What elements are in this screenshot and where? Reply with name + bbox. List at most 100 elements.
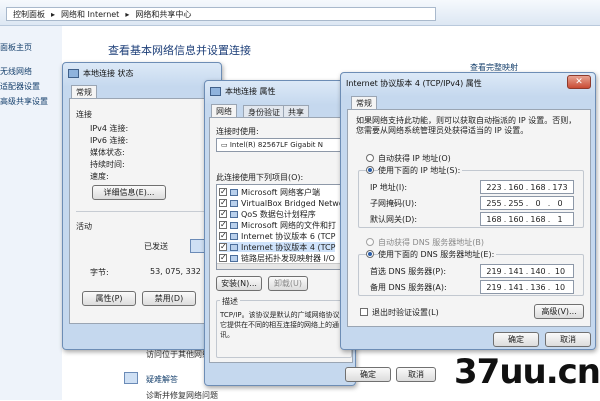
ipv6-label: IPv6 连接:: [90, 136, 129, 145]
properties-ok-button[interactable]: 确定: [345, 367, 391, 382]
client-icon: [230, 188, 238, 196]
manual-ip-label: 使用下面的 IP 地址(S):: [378, 165, 463, 176]
item-checkbox[interactable]: ✓: [219, 188, 227, 196]
validate-settings-label: 退出时验证设置(L): [372, 308, 439, 317]
service-icon: [230, 199, 238, 207]
tab-general[interactable]: 常规: [351, 96, 377, 109]
description-label: 描述: [220, 296, 240, 307]
duration-label: 持续时间:: [90, 160, 125, 169]
preferred-dns-input[interactable]: 219. 141. 140. 10: [480, 264, 574, 278]
service-icon: [230, 221, 238, 229]
list-item[interactable]: ✓ Internet 协议版本 4 (TCP: [219, 242, 336, 252]
address-bar: 控制面板 ▸ 网络和 Internet ▸ 网络和共享中心: [0, 0, 600, 26]
auto-dns-label: 自动获得 DNS 服务器地址(B): [378, 238, 485, 247]
ipv4-cancel-button[interactable]: 取消: [545, 332, 591, 347]
list-item[interactable]: ✓ Microsoft 网络的文件和打: [219, 220, 336, 230]
auto-dns-radio[interactable]: [366, 238, 374, 246]
properties-cancel-button[interactable]: 取消: [396, 367, 436, 382]
protocol-icon: [230, 243, 238, 251]
ipv4-ok-button[interactable]: 确定: [493, 332, 539, 347]
properties-window-titlebar[interactable]: 本地连接 属性: [205, 81, 355, 101]
disable-button[interactable]: 禁用(D): [142, 291, 196, 306]
network-connection-icon: [68, 68, 79, 78]
tab-network[interactable]: 网络: [211, 104, 237, 117]
bytes-sent-value: 53, 075, 332: [150, 267, 201, 276]
ipv4-label: IPv4 连接:: [90, 124, 129, 133]
bytes-label: 字节:: [90, 268, 109, 277]
manual-dns-radio[interactable]: [366, 250, 374, 258]
page-title: 查看基本网络信息并设置连接: [108, 44, 251, 57]
speed-label: 速度:: [90, 172, 109, 181]
item-checkbox[interactable]: ✓: [219, 232, 227, 240]
troubleshoot-icon: [124, 372, 138, 384]
properties-panel: 连接时使用: ▭ Intel(R) 82567LF Gigabit N 此连接使…: [209, 117, 353, 363]
ip-address-input[interactable]: 223. 160. 168. 173: [480, 180, 574, 194]
access-text: 访问位于其他网络: [146, 350, 210, 359]
control-panel-sidebar: 面板主页 无线网络 适配器设置 高级共享设置: [0, 26, 62, 400]
ipv4-panel: 如果网络支持此功能，则可以获取自动指派的 IP 设置。否则，您需要从网络系统管理…: [347, 109, 591, 327]
properties-window: 本地连接 属性 网络 身份验证 共享 连接时使用: ▭ Intel(R) 825…: [204, 80, 391, 386]
ipv4-window: Internet 协议版本 4 (TCP/IPv4) 属性 ✕ 常规 如果网络支…: [340, 72, 596, 350]
troubleshoot-link[interactable]: 疑难解答: [146, 374, 178, 385]
item-checkbox[interactable]: ✓: [219, 243, 227, 251]
advanced-button[interactable]: 高级(V)...: [534, 304, 584, 319]
status-window-titlebar[interactable]: 本地连接 状态: [63, 63, 221, 83]
manual-dns-label: 使用下面的 DNS 服务器地址(E):: [378, 249, 497, 260]
items-label: 此连接使用下列项目(O):: [216, 173, 304, 182]
tab-general[interactable]: 常规: [71, 85, 97, 98]
properties-window-title: 本地连接 属性: [225, 86, 276, 96]
items-list[interactable]: ✓ Microsoft 网络客户端 ✓ VirtualBox Bridged Net…: [216, 184, 352, 270]
breadcrumb-network-sharing-center[interactable]: 网络和共享中心: [135, 9, 191, 20]
list-item[interactable]: ✓ Internet 协议版本 6 (TCP: [219, 231, 335, 241]
sidebar-item-adapter-settings[interactable]: 适配器设置: [0, 81, 40, 92]
gateway-label: 默认网关(D):: [370, 215, 418, 224]
auto-ip-label: 自动获得 IP 地址(O): [378, 154, 451, 163]
preferred-dns-label: 首选 DNS 服务器(P):: [370, 267, 447, 276]
section-activity: 活动: [76, 222, 92, 231]
item-checkbox[interactable]: ✓: [219, 254, 227, 262]
list-item[interactable]: ✓ 链路层拓扑发现映射器 I/O: [219, 253, 335, 263]
list-item[interactable]: ✓ VirtualBox Bridged Netwo: [219, 198, 344, 208]
properties-button[interactable]: 属性(P): [82, 291, 136, 306]
alternate-dns-label: 备用 DNS 服务器(A):: [370, 283, 447, 292]
close-icon[interactable]: ✕: [567, 75, 591, 89]
status-panel: 连接 IPv4 连接: IPv6 连接: 媒体状态: 持续时间: 速度: 详细信…: [69, 98, 219, 324]
section-connection: 连接: [76, 110, 92, 119]
ipv4-window-titlebar[interactable]: Internet 协议版本 4 (TCP/IPv4) 属性 ✕: [341, 73, 595, 93]
sidebar-item-advanced-sharing[interactable]: 高级共享设置: [0, 96, 48, 107]
adapter-field: ▭ Intel(R) 82567LF Gigabit N: [216, 138, 352, 152]
list-item[interactable]: ✓ QoS 数据包计划程序: [219, 209, 316, 219]
horizontal-scrollbar[interactable]: [217, 263, 351, 269]
item-checkbox[interactable]: ✓: [219, 199, 227, 207]
protocol-icon: [230, 232, 238, 240]
alternate-dns-input[interactable]: 219. 141. 136. 10: [480, 280, 574, 294]
status-window: 本地连接 状态 常规 连接 IPv4 连接: IPv6 连接: 媒体状态: 持续…: [62, 62, 222, 350]
sidebar-item-wireless[interactable]: 无线网络: [0, 66, 32, 77]
connect-using-label: 连接时使用:: [216, 127, 259, 136]
uninstall-button[interactable]: 卸载(U): [268, 276, 308, 291]
intro-text: 如果网络支持此功能，则可以获取自动指派的 IP 设置。否则，您需要从网络系统管理…: [356, 116, 577, 135]
status-window-title: 本地连接 状态: [83, 68, 134, 78]
media-state-label: 媒体状态:: [90, 148, 125, 157]
service-icon: [230, 210, 238, 218]
auto-ip-radio[interactable]: [366, 154, 374, 162]
list-item[interactable]: ✓ Microsoft 网络客户端: [219, 187, 320, 197]
description-text: TCP/IP。该协议是默认的广域网络协议，它提供在不同的相互连接的网络上的通讯。: [220, 311, 347, 339]
breadcrumb-control-panel[interactable]: 控制面板: [13, 9, 45, 20]
sidebar-item-home[interactable]: 面板主页: [0, 42, 32, 53]
details-button[interactable]: 详细信息(E)...: [92, 185, 166, 200]
gateway-input[interactable]: 168. 160. 168. 1: [480, 212, 574, 226]
network-connection-icon: [210, 86, 221, 96]
ip-label: IP 地址(I):: [370, 183, 408, 192]
validate-settings-checkbox[interactable]: [360, 308, 368, 316]
breadcrumb[interactable]: 控制面板 ▸ 网络和 Internet ▸ 网络和共享中心: [6, 7, 436, 21]
breadcrumb-network-internet[interactable]: 网络和 Internet: [61, 9, 119, 20]
install-button[interactable]: 安装(N)...: [216, 276, 262, 291]
troubleshoot-description: 诊断并修复网络问题: [146, 391, 218, 400]
manual-ip-radio[interactable]: [366, 166, 374, 174]
subnet-mask-input[interactable]: 255. 255. 0. 0: [480, 196, 574, 210]
item-checkbox[interactable]: ✓: [219, 210, 227, 218]
ipv4-window-title: Internet 协议版本 4 (TCP/IPv4) 属性: [346, 78, 482, 88]
subnet-mask-label: 子网掩码(U):: [370, 199, 417, 208]
item-checkbox[interactable]: ✓: [219, 221, 227, 229]
